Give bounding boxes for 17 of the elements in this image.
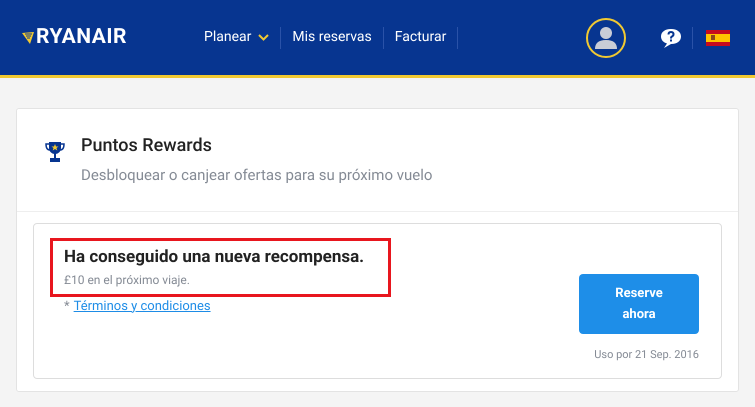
terms-link[interactable]: Términos y condiciones (74, 296, 211, 316)
help-icon[interactable] (660, 26, 682, 48)
reward-detail: £10 en el próximo viaje. (64, 272, 191, 288)
nav-link[interactable]: Planear (193, 27, 280, 48)
spain-flag-icon[interactable] (706, 30, 730, 46)
reward-title: Ha conseguido una nueva recompensa. (64, 246, 366, 268)
nav-link[interactable]: Facturar (384, 27, 458, 48)
profile-button[interactable] (586, 18, 626, 58)
asterisk: * (64, 298, 70, 316)
harp-logo-icon (21, 30, 35, 44)
section-title: Puntos Rewards (81, 134, 213, 158)
trophy-icon (45, 141, 65, 163)
section-subtitle: Desbloquear o canjear ofertas para su próximo vuelo (81, 165, 432, 186)
expiry-date: Uso por 21 Sep. 2016 (594, 346, 699, 362)
user-icon (594, 26, 618, 48)
nav-link[interactable]: Mis reservas (281, 27, 383, 48)
logo[interactable]: RYANAIR (36, 22, 127, 54)
